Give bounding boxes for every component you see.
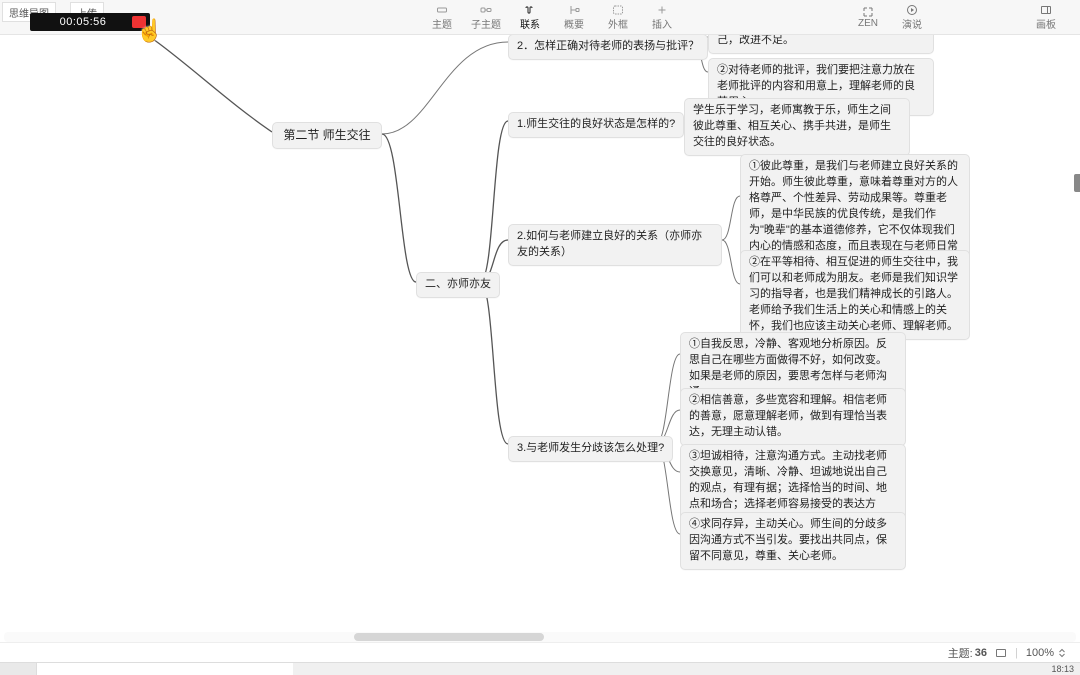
zoom-stepper-icon[interactable] <box>1056 647 1068 659</box>
toolbar-label: 外框 <box>608 16 628 31</box>
zoom-value: 100% <box>1026 647 1054 659</box>
node-label: 3.与老师发生分歧该怎么处理? <box>517 442 664 454</box>
toolbar-summary[interactable]: 概要 <box>552 0 596 34</box>
taskbar-clock: 18:13 <box>1051 664 1080 674</box>
topic-count-value: 36 <box>975 647 987 659</box>
node-b2[interactable]: 二、亦师亦友 <box>416 272 500 298</box>
topic-icon <box>435 4 449 16</box>
recorder-bar[interactable]: 00:05:56 <box>30 13 150 31</box>
node-b2-q1-a[interactable]: 学生乐于学习，老师寓教于乐，师生之间彼此尊重、相互关心、携手共进，是师生交往的良… <box>684 98 910 156</box>
toolbar-label: 主题 <box>432 16 452 31</box>
node-label: 学生乐于学习，老师寓教于乐，师生之间彼此尊重、相互关心、携手共进，是师生交往的良… <box>693 104 891 148</box>
zen-icon <box>861 6 875 18</box>
node-label: 2．怎样正确对待老师的表扬与批评？ <box>517 40 699 52</box>
toolbar-link[interactable]: 联系 <box>508 0 552 34</box>
toolbar-subtopic[interactable]: 子主题 <box>464 0 508 34</box>
toolbar-panel[interactable]: 画板 <box>1024 0 1068 34</box>
toolbar-zen[interactable]: ZEN <box>846 0 890 34</box>
node-a1-c2-tail[interactable]: 己，改进不足。 <box>708 34 934 54</box>
zoom-indicator[interactable]: 100% <box>1026 647 1068 659</box>
node-b2-q2[interactable]: 2.如何与老师建立良好的关系（亦师亦友的关系） <box>508 224 722 266</box>
node-label: 二、亦师亦友 <box>425 278 491 290</box>
play-icon <box>905 4 919 16</box>
summary-icon <box>567 4 581 16</box>
node-b2-q3-a2[interactable]: ②相信善意，多些宽容和理解。相信老师的善意，愿意理解老师，做到有理恰当表达，无理… <box>680 388 906 446</box>
map-overview-button[interactable] <box>995 647 1007 659</box>
node-root[interactable]: 第二节 师生交往 <box>272 122 382 149</box>
os-taskbar[interactable]: 18:13 <box>0 662 1080 675</box>
subtopic-icon <box>479 4 493 16</box>
status-bar: 主题: 36 | 100% <box>0 642 1080 663</box>
toolbar-label: 插入 <box>652 16 672 31</box>
node-a1[interactable]: 2．怎样正确对待老师的表扬与批评？ <box>508 34 708 60</box>
boundary-icon <box>611 4 625 16</box>
format-panel-handle[interactable] <box>1074 174 1080 192</box>
toolbar-topic[interactable]: 主题 <box>420 0 464 34</box>
toolbar-boundary[interactable]: 外框 <box>596 0 640 34</box>
panel-icon <box>1039 4 1053 16</box>
toolbar-label: ZEN <box>858 18 878 29</box>
topic-count-label: 主题: <box>948 645 973 661</box>
node-label: ②在平等相待、相互促进的师生交往中，我们可以和老师成为朋友。老师是我们知识学习的… <box>749 256 958 332</box>
node-label: 2.如何与老师建立良好的关系（亦师亦友的关系） <box>517 230 702 258</box>
toolbar-insert[interactable]: 插入 <box>640 0 684 34</box>
taskbar-start[interactable] <box>0 663 37 675</box>
node-b2-q2-a2[interactable]: ②在平等相待、相互促进的师生交往中，我们可以和老师成为朋友。老师是我们知识学习的… <box>740 250 970 340</box>
node-label: 1.师生交往的良好状态是怎样的? <box>517 118 675 130</box>
plus-icon <box>655 4 669 16</box>
map-icon <box>995 647 1007 659</box>
node-label: 第二节 师生交往 <box>283 128 370 142</box>
node-label: 己，改进不足。 <box>717 34 794 46</box>
toolbar-present[interactable]: 演说 <box>890 0 934 34</box>
toolbar-label: 概要 <box>564 16 584 31</box>
scrollbar-thumb[interactable] <box>354 633 544 641</box>
toolbar-label: 画板 <box>1036 16 1056 31</box>
record-icon[interactable] <box>132 16 146 28</box>
taskbar-apps[interactable] <box>37 663 293 675</box>
toolbar-label: 演说 <box>902 16 922 31</box>
link-icon <box>523 4 537 16</box>
horizontal-scrollbar[interactable] <box>4 632 1076 642</box>
recorder-time: 00:05:56 <box>34 16 132 28</box>
toolbar-label: 联系 <box>520 16 540 31</box>
topic-count: 主题: 36 <box>948 645 987 661</box>
recorder-overlay: 思维导图 上传 00:05:56 ☝ <box>2 2 148 30</box>
toolbar-label: 子主题 <box>471 16 501 31</box>
node-label: ②相信善意，多些宽容和理解。相信老师的善意，愿意理解老师，做到有理恰当表达，无理… <box>689 394 887 438</box>
node-b2-q3-a4[interactable]: ④求同存异，主动关心。师生间的分歧多因沟通方式不当引发。要找出共同点，保留不同意… <box>680 512 906 570</box>
node-label: ④求同存异，主动关心。师生间的分歧多因沟通方式不当引发。要找出共同点，保留不同意… <box>689 518 887 562</box>
mindmap-canvas[interactable]: 第二节 师生交往 2．怎样正确对待老师的表扬与批评？ 己，改进不足。 ②对待老师… <box>0 34 1080 647</box>
node-b2-q1[interactable]: 1.师生交往的良好状态是怎样的? <box>508 112 684 138</box>
node-b2-q3[interactable]: 3.与老师发生分歧该怎么处理? <box>508 436 673 462</box>
top-toolbar: 主题 子主题 联系 概要 外框 插入 ZEN 演说 画板 <box>0 0 1080 35</box>
